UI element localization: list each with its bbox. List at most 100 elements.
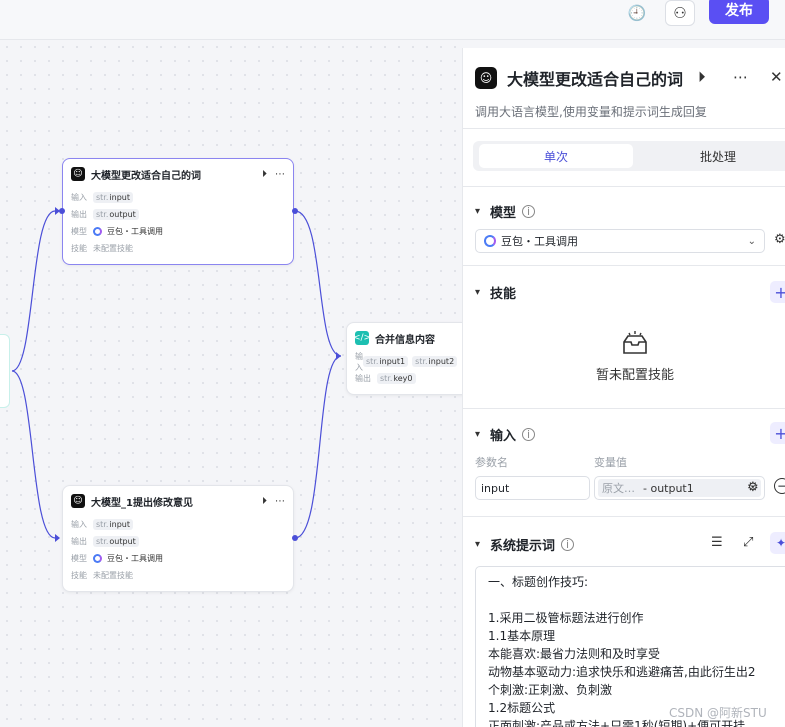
gear-icon[interactable]: ⚙ [774, 232, 785, 247]
output-tag: str.output [93, 536, 139, 547]
chevron-down-icon: ▾ [475, 429, 481, 440]
ref-source: 原文… [602, 482, 635, 495]
section-title: 系统提示词 [490, 539, 556, 554]
model-select[interactable]: 豆包・工具调用 ⌄ [475, 229, 765, 253]
panel-title: 大模型更改适合自己的词 [507, 70, 684, 89]
chevron-down-icon: ▾ [475, 287, 481, 298]
input-section-header[interactable]: ▾ 输入 i [475, 425, 536, 444]
history-icon[interactable]: 🕘 [622, 0, 652, 26]
param-value-field[interactable]: 原文… - output1 ✕ [594, 476, 765, 500]
input1-tag: str.input1 [363, 356, 409, 367]
info-icon: i [522, 205, 536, 218]
model-value: 豆包・工具调用 [107, 554, 163, 563]
llm-icon: ☺ [71, 494, 85, 508]
panel-description: 调用大语言模型,使用变量和提示词生成回复 [475, 105, 707, 119]
users-icon[interactable]: ⚇ [665, 0, 695, 26]
model-select-value: 豆包・工具调用 [501, 235, 578, 248]
output-port[interactable] [292, 208, 298, 214]
model-label: 模型 [71, 227, 87, 236]
expand-icon[interactable]: ⤢ [743, 535, 753, 550]
skill-label: 技能 [71, 571, 87, 580]
output-tag: str.key0 [377, 373, 416, 384]
watermark: CSDN @阿新STU [669, 706, 767, 720]
output-port[interactable] [292, 535, 298, 541]
merge-node[interactable]: </> 合并信息内容 输入 str.input1 str.input2 输出 s… [346, 322, 470, 395]
model-section-header[interactable]: ▾ 模型 i [475, 202, 536, 221]
llm-icon: ☺ [71, 167, 85, 181]
input2-tag: str.input2 [412, 356, 458, 367]
code-icon: </> [352, 331, 372, 345]
section-title: 模型 [490, 206, 517, 221]
variable-ref-tag: 原文… - output1 ✕ [598, 479, 761, 497]
prompt-line: 一、标题创作技巧: [488, 575, 589, 589]
skill-label: 技能 [71, 244, 87, 253]
publish-button[interactable]: 发布 [709, 0, 769, 24]
output-label: 输出 [355, 374, 371, 383]
doubao-icon [93, 227, 102, 236]
node-title: 大模型更改适合自己的词 [91, 170, 201, 182]
llm-node-1[interactable]: ☺ 大模型更改适合自己的词 ⏵ ⋯ 输入 str.input 输出 str.ou… [59, 158, 298, 265]
llm-icon: ☺ [475, 67, 497, 89]
input-tag: str.input [93, 519, 133, 530]
info-icon: i [522, 428, 536, 441]
param-name-header: 参数名 [475, 456, 508, 469]
model-value: 豆包・工具调用 [107, 227, 163, 236]
divider [463, 128, 785, 129]
arrow-merge [336, 352, 341, 360]
input-label: 输入 [355, 351, 363, 372]
divider [463, 408, 785, 409]
divider [463, 516, 785, 517]
section-title: 技能 [490, 287, 517, 302]
remove-param-button[interactable]: − [774, 478, 785, 494]
template-icon[interactable]: ☰ [711, 535, 723, 550]
more-icon[interactable]: ⋯ [275, 169, 285, 180]
start-node-partial[interactable] [0, 334, 10, 408]
ref-value: - output1 [643, 481, 694, 495]
prompt-line [488, 591, 782, 609]
divider [463, 186, 785, 187]
output-label: 输出 [71, 537, 87, 546]
more-icon[interactable]: ⋯ [733, 68, 748, 86]
chevron-down-icon: ▾ [475, 206, 481, 217]
edge-start-llm2 [11, 370, 56, 539]
model-label: 模型 [71, 554, 87, 563]
info-icon: i [561, 538, 575, 551]
gear-icon[interactable]: ⚙ [747, 480, 759, 495]
add-input-button[interactable]: + [770, 422, 785, 444]
arrow-llm2 [55, 534, 60, 542]
tab-batch[interactable]: 批处理 [643, 144, 785, 168]
node-title: 大模型_1提出修改意见 [91, 497, 193, 509]
more-icon[interactable]: ⋯ [275, 496, 285, 507]
divider [463, 265, 785, 266]
prompt-line: 个刺激:正刺激、负刺激 [488, 683, 613, 697]
run-icon[interactable]: ⏵ [698, 68, 706, 86]
run-icon[interactable]: ⏵ [262, 496, 267, 507]
empty-box-icon [623, 331, 647, 354]
run-icon[interactable]: ⏵ [262, 169, 267, 180]
add-skill-button[interactable]: + [770, 281, 785, 303]
edge-llm1-merge [294, 210, 342, 357]
mode-tabs: 单次 批处理 [473, 141, 785, 171]
doubao-icon [93, 554, 102, 563]
input-port[interactable] [59, 208, 65, 214]
system-prompt-editor[interactable]: 一、标题创作技巧: 1.采用二极管标题法进行创作 1.1基本原理 本能喜欢:最省… [475, 566, 785, 727]
skill-value: 未配置技能 [93, 244, 133, 253]
output-label: 输出 [71, 210, 87, 219]
chevron-down-icon: ⌄ [747, 235, 756, 247]
prompt-line: 动物基本驱动力:追求快乐和逃避痛苦,由此衍生出2 [488, 665, 756, 679]
doubao-icon [484, 235, 496, 247]
input-tag: str.input [93, 192, 133, 203]
param-name-input[interactable]: input [475, 476, 590, 500]
skills-section-header[interactable]: ▾ 技能 [475, 283, 516, 302]
prompt-line: 1.采用二极管标题法进行创作 [488, 611, 644, 625]
skills-empty-text: 暂未配置技能 [595, 368, 674, 383]
input-label: 输入 [71, 193, 87, 202]
ai-assist-button[interactable]: ✦ [770, 532, 785, 554]
param-value-header: 变量值 [594, 456, 627, 469]
prompt-section-header[interactable]: ▾ 系统提示词 i [475, 535, 575, 554]
tab-single[interactable]: 单次 [479, 144, 633, 168]
input-label: 输入 [71, 520, 87, 529]
section-title: 输入 [490, 429, 517, 444]
llm-node-2[interactable]: ☺ 大模型_1提出修改意见 ⏵ ⋯ 输入 str.input 输出 str.ou… [62, 485, 298, 592]
close-icon[interactable]: ✕ [770, 68, 783, 86]
